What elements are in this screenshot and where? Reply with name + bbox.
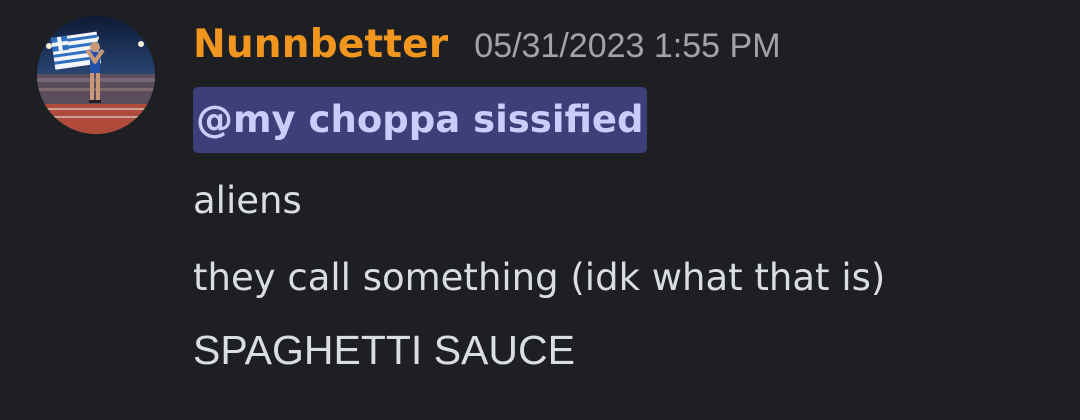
message-line: they call something (idk what that is) (193, 256, 886, 299)
chat-message: Nunnbetter 05/31/2023 1:55 PM @my choppa… (0, 0, 1080, 420)
message-line: SPAGHETTI SAUCE (193, 327, 575, 373)
user-avatar[interactable] (37, 16, 155, 134)
message-header: Nunnbetter 05/31/2023 1:55 PM (193, 22, 781, 82)
avatar-photo (37, 16, 155, 134)
timestamp: 05/31/2023 1:55 PM (474, 27, 781, 65)
username[interactable]: Nunnbetter (193, 22, 448, 67)
message-line: aliens (193, 179, 302, 222)
user-mention[interactable]: @my choppa sissified (193, 87, 647, 153)
